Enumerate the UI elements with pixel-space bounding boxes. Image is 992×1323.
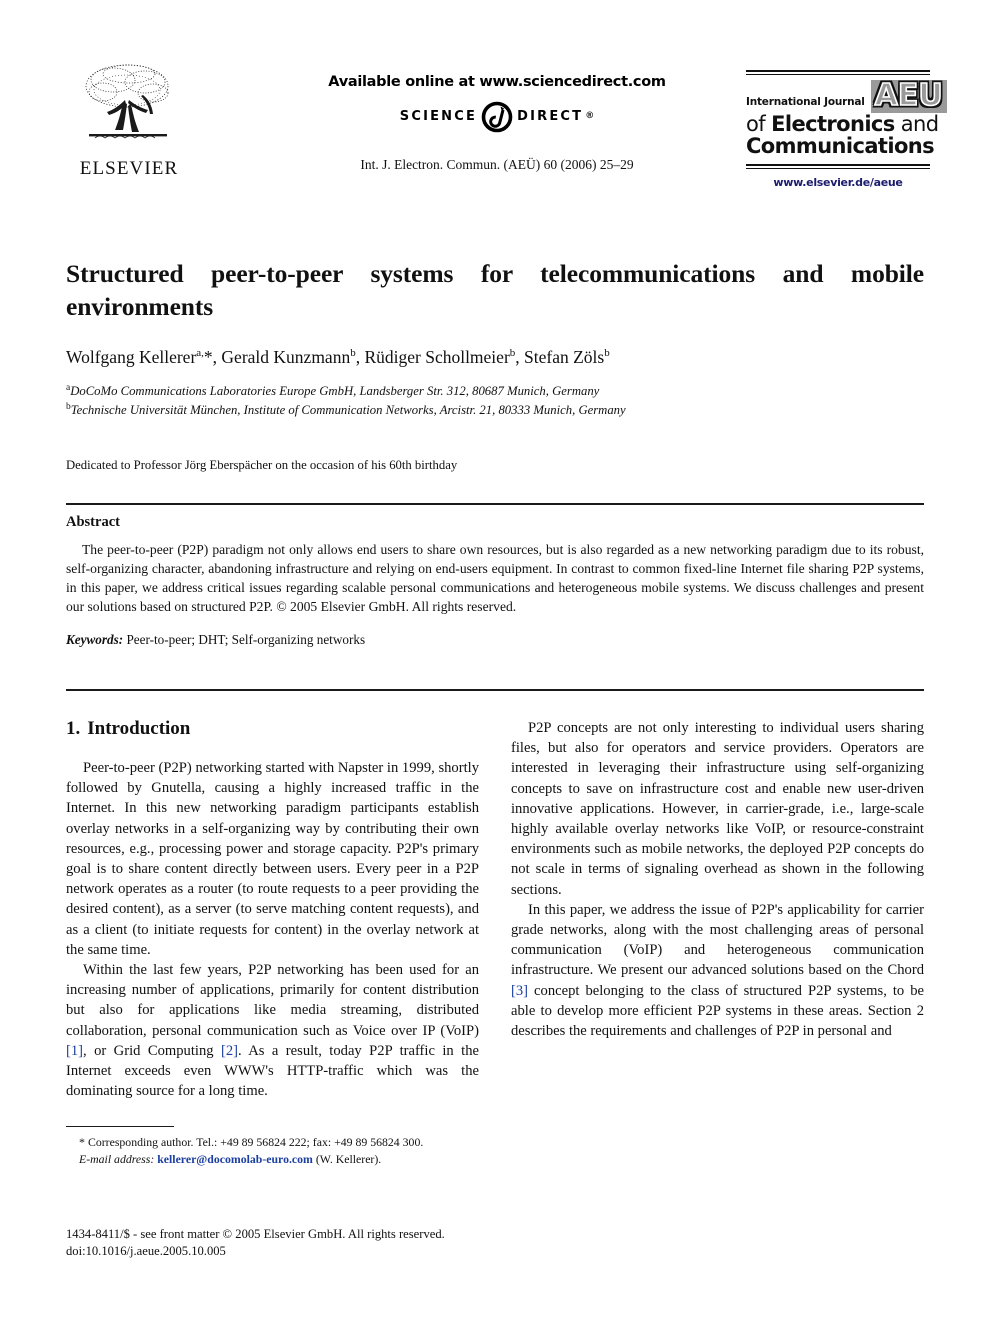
keywords-line: Keywords: Peer-to-peer; DHT; Self-organi… [66, 632, 924, 648]
masthead: ELSEVIER Available online at www.science… [62, 52, 947, 212]
sciencedirect-wordmark: SCIENCE DIRECT ® [312, 99, 682, 133]
journal-of-word: of [746, 112, 772, 136]
intro-p4-text-2: concept belonging to the class of struct… [511, 982, 924, 1040]
elsevier-logo: ELSEVIER [70, 60, 188, 180]
footnote-area: * Corresponding author. Tel.: +49 89 568… [66, 1126, 479, 1168]
journal-and-word: and [894, 112, 939, 136]
keywords-label: Keywords: [66, 632, 124, 648]
intro-paragraph-3: P2P concepts are not only interesting to… [511, 720, 924, 898]
section-number: 1. [66, 718, 81, 739]
journal-logo: International Journal AEU of Electronics… [746, 70, 947, 189]
journal-international-label: International Journal [746, 96, 865, 108]
footnote-rule [66, 1126, 174, 1127]
sciencedirect-science-text: SCIENCE [399, 108, 478, 124]
title-block: Structured peer-to-peer systems for tele… [66, 258, 924, 473]
journal-reference-line: Int. J. Electron. Commun. (AEÜ) 60 (2006… [360, 157, 634, 172]
imprint-block: 1434-8411/$ - see front matter © 2005 El… [66, 1226, 496, 1261]
footnote-email-label: E-mail address: [79, 1152, 155, 1167]
journal-logo-bottom-rule [746, 164, 930, 170]
affiliation-a: aDoCoMo Communications Laboratories Euro… [66, 382, 924, 401]
affiliation-a-text: DoCoMo Communications Laboratories Europ… [70, 384, 600, 399]
author-list: Wolfgang Kellerera,*, Gerald Kunzmannb, … [66, 347, 610, 368]
section-title: Introduction [87, 718, 191, 739]
abstract-top-rule [66, 503, 924, 505]
dedication-line: Dedicated to Professor Jörg Eberspächer … [66, 457, 458, 472]
intro-p2-text-2: , or Grid Computing [83, 1042, 221, 1059]
issn-front-matter-line: 1434-8411/$ - see front matter © 2005 El… [66, 1227, 445, 1241]
abstract-body: The peer-to-peer (P2P) paradigm not only… [66, 542, 924, 615]
aeu-badge-text: AEU [874, 78, 944, 113]
footnote-star-marker: * [79, 1135, 85, 1149]
sciencedirect-direct-text: DIRECT [517, 108, 584, 124]
abstract-section: Abstract The peer-to-peer (P2P) paradigm… [66, 514, 924, 648]
body-columns: 1. Introduction Peer-to-peer (P2P) networ… [66, 718, 924, 1188]
column-right: P2P concepts are not only interesting to… [511, 718, 924, 1041]
footnote-email-line: E-mail address: kellerer@docomolab-euro.… [66, 1151, 479, 1168]
keywords-value: Peer-to-peer; DHT; Self-organizing netwo… [126, 632, 366, 648]
footnote-email-suffix: (W. Kellerer). [315, 1152, 382, 1167]
page-title: Structured peer-to-peer systems for tele… [66, 259, 924, 321]
journal-electronics-word: Electronics [771, 112, 895, 136]
journal-title-line-1: of Electronics and [746, 112, 939, 136]
journal-title-line-2: Communications [746, 134, 935, 159]
article-page: ELSEVIER Available online at www.science… [0, 0, 992, 1323]
journal-logo-row-1: International Journal AEU [746, 80, 947, 113]
journal-logo-body: International Journal AEU of Electronics… [746, 75, 947, 160]
affiliation-list: aDoCoMo Communications Laboratories Euro… [66, 382, 924, 419]
abstract-heading: Abstract [66, 514, 120, 530]
footnote-corresponding-text: Corresponding author. Tel.: +49 89 56824… [87, 1135, 424, 1149]
footnote-email-link[interactable]: kellerer@docomolab-euro.com [157, 1152, 313, 1166]
journal-url-link[interactable]: www.elsevier.de/aeue [746, 176, 930, 189]
aeu-badge: AEU [870, 78, 947, 113]
section-heading-introduction: 1. Introduction [66, 718, 479, 740]
reference-link-3[interactable]: [3] [511, 983, 528, 999]
column-left: 1. Introduction Peer-to-peer (P2P) networ… [66, 718, 479, 1101]
reference-link-1[interactable]: [1] [66, 1043, 83, 1059]
intro-paragraph-4: In this paper, we address the issue of P… [511, 900, 924, 1041]
doi-line: doi:10.1016/j.aeue.2005.10.005 [66, 1244, 226, 1259]
sciencedirect-logo-block: Available online at www.sciencedirect.co… [312, 74, 682, 133]
registered-trademark-icon: ® [585, 111, 595, 121]
at-sign-icon [480, 99, 514, 133]
intro-p2-text-1: Within the last few years, P2P networkin… [66, 962, 479, 1039]
intro-p4-text-1: In this paper, we address the issue of P… [511, 901, 924, 979]
intro-paragraph-2: Within the last few years, P2P networkin… [66, 960, 479, 1101]
footnote-corresponding-author: * Corresponding author. Tel.: +49 89 568… [66, 1134, 479, 1151]
abstract-bottom-rule [66, 689, 924, 691]
elsevier-wordmark: ELSEVIER [79, 158, 179, 179]
intro-paragraph-1: Peer-to-peer (P2P) networking started wi… [66, 760, 479, 958]
elsevier-tree-icon [79, 60, 179, 156]
reference-link-2[interactable]: [2] [221, 1043, 238, 1059]
affiliation-b: bTechnische Universität München, Institu… [66, 401, 924, 420]
available-online-text: Available online at www.sciencedirect.co… [328, 74, 666, 90]
affiliation-b-text: Technische Universität München, Institut… [70, 403, 626, 418]
